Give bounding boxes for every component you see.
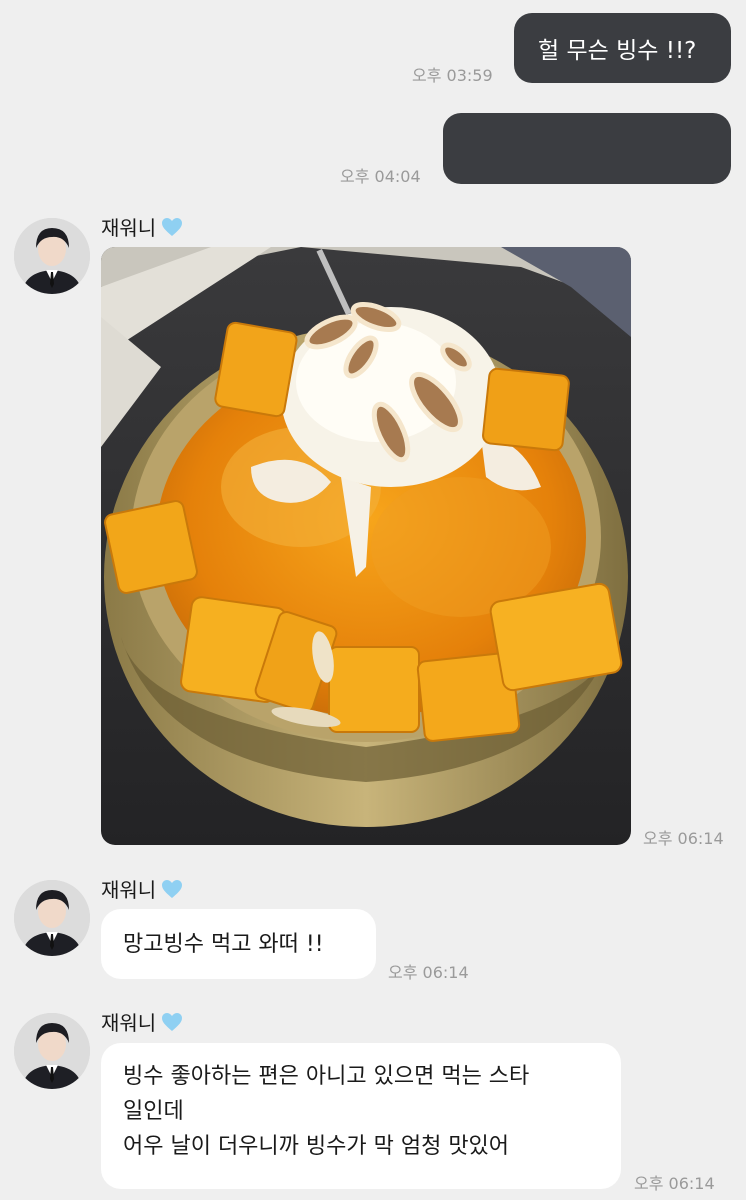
incoming-message-bubble[interactable]: 망고빙수 먹고 와떠 !! — [101, 909, 376, 979]
shared-photo-mango-bingsu[interactable] — [101, 247, 631, 845]
sender-name: 재워니 — [101, 874, 184, 903]
sender-name: 재워니 — [101, 1007, 184, 1036]
incoming-message-bubble[interactable]: 빙수 좋아하는 편은 아니고 있으면 먹는 스타 일인데 어우 날이 더우니까 … — [101, 1043, 621, 1189]
message-text-line: 어우 날이 더우니까 빙수가 막 엄청 맛있어 — [123, 1134, 510, 1159]
message-time: 오후 06:14 — [634, 1174, 715, 1193]
outgoing-message-bubble-redacted[interactable] — [443, 113, 731, 184]
message-text-line: 빙수 좋아하는 편은 아니고 있으면 먹는 스타 — [123, 1064, 530, 1089]
avatar[interactable] — [14, 880, 90, 956]
message-text: 망고빙수 먹고 와떠 !! — [123, 931, 324, 957]
outgoing-message-bubble[interactable]: 헐 무슨 빙수 !!? — [514, 13, 731, 83]
blue-heart-icon — [162, 217, 183, 236]
message-time: 오후 06:14 — [643, 829, 724, 848]
sender-name: 재워니 — [101, 212, 184, 241]
message-time: 오후 04:04 — [340, 167, 421, 186]
blue-heart-icon — [162, 879, 183, 898]
message-text-line: 일인데 — [123, 1099, 184, 1124]
avatar[interactable] — [14, 218, 90, 294]
message-time: 오후 03:59 — [412, 66, 493, 85]
avatar[interactable] — [14, 1013, 90, 1089]
message-time: 오후 06:14 — [388, 963, 469, 982]
message-text: 헐 무슨 빙수 !!? — [538, 38, 697, 64]
blue-heart-icon — [162, 1012, 183, 1031]
